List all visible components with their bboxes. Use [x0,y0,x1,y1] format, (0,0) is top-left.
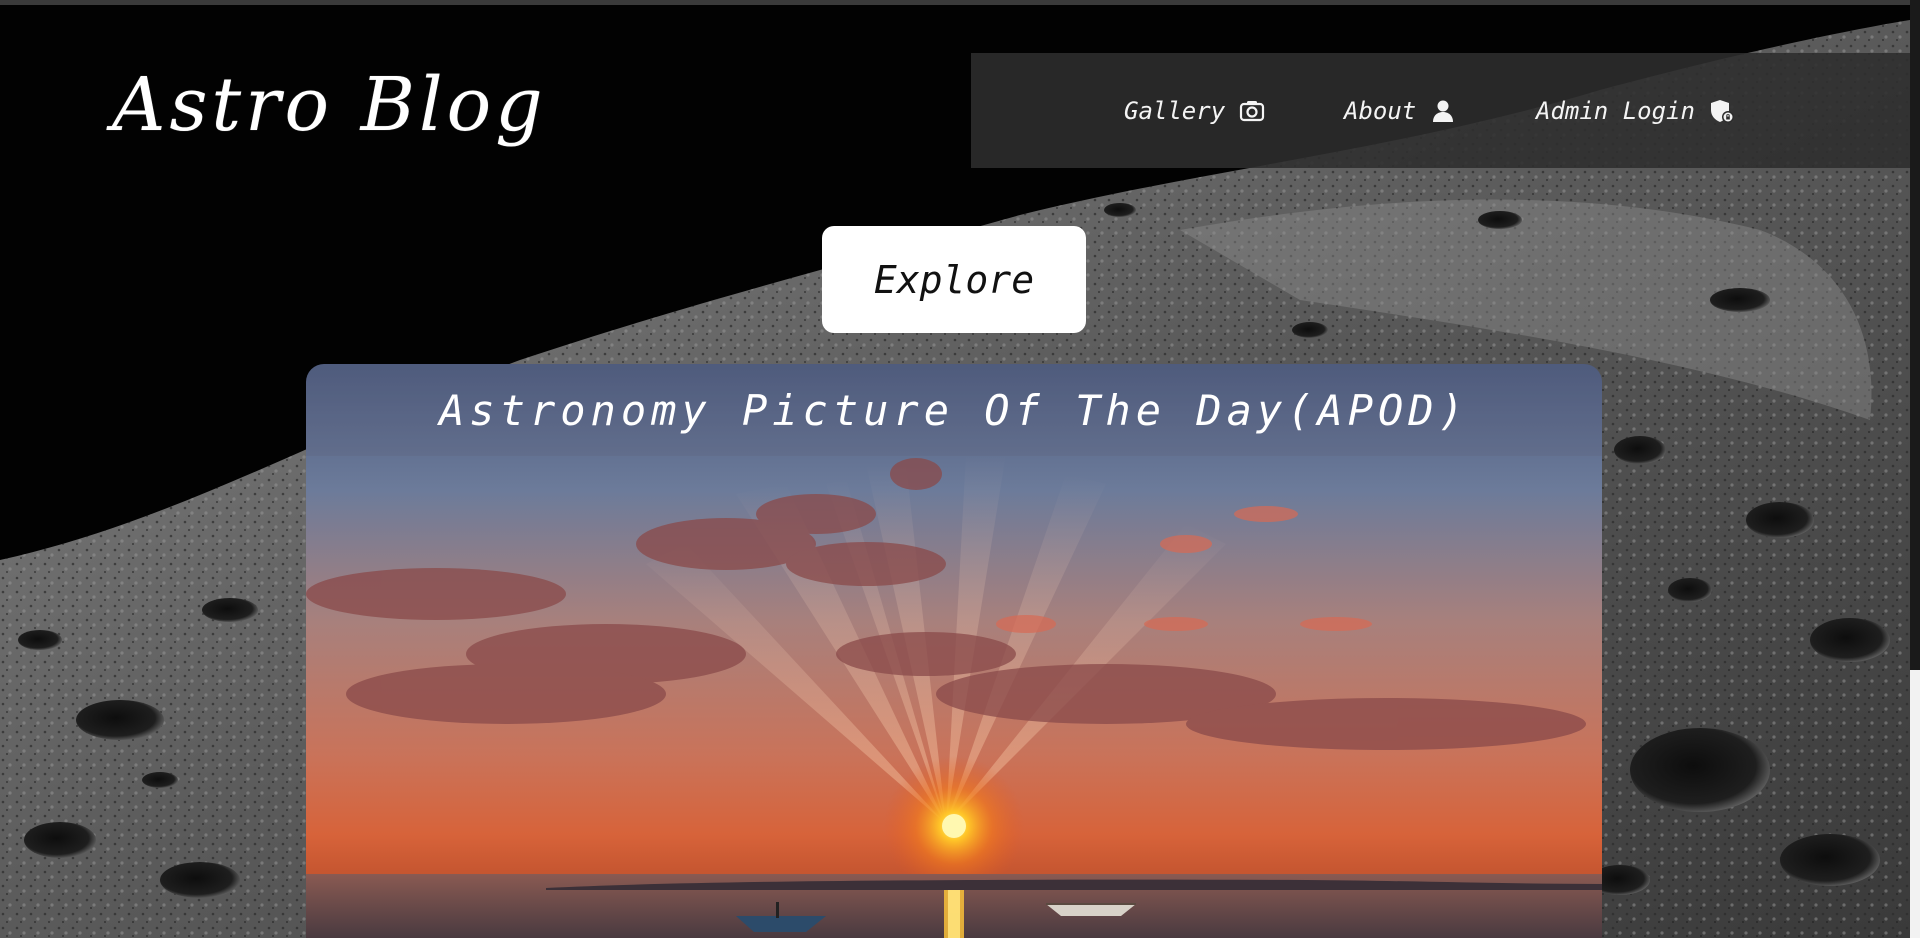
explore-button[interactable]: Explore [822,226,1086,333]
nav-about-label: About [1344,96,1417,125]
browser-top-border [0,0,1920,5]
apod-title: Astronomy Picture Of The Day(APOD) [306,364,1602,456]
apod-card: Astronomy Picture Of The Day(APOD) [306,364,1602,938]
boat-right [1046,903,1136,916]
nav-gallery-link[interactable]: Gallery [1124,53,1265,168]
site-brand-logo[interactable]: Astro Blog [112,62,547,148]
scrollbar-thumb[interactable] [1910,670,1920,938]
camera-icon [1239,98,1265,124]
nav-admin-login-link[interactable]: Admin Login [1536,53,1735,168]
nav-admin-login-label: Admin Login [1536,96,1695,125]
nav-gallery-label: Gallery [1124,96,1226,125]
top-nav-bar: Gallery About Admin Login [971,53,1910,168]
user-icon [1430,98,1456,124]
page: Astro Blog Gallery About Admin Login Exp… [0,0,1920,938]
shield-lock-icon [1709,98,1735,124]
nav-about-link[interactable]: About [1344,53,1456,168]
